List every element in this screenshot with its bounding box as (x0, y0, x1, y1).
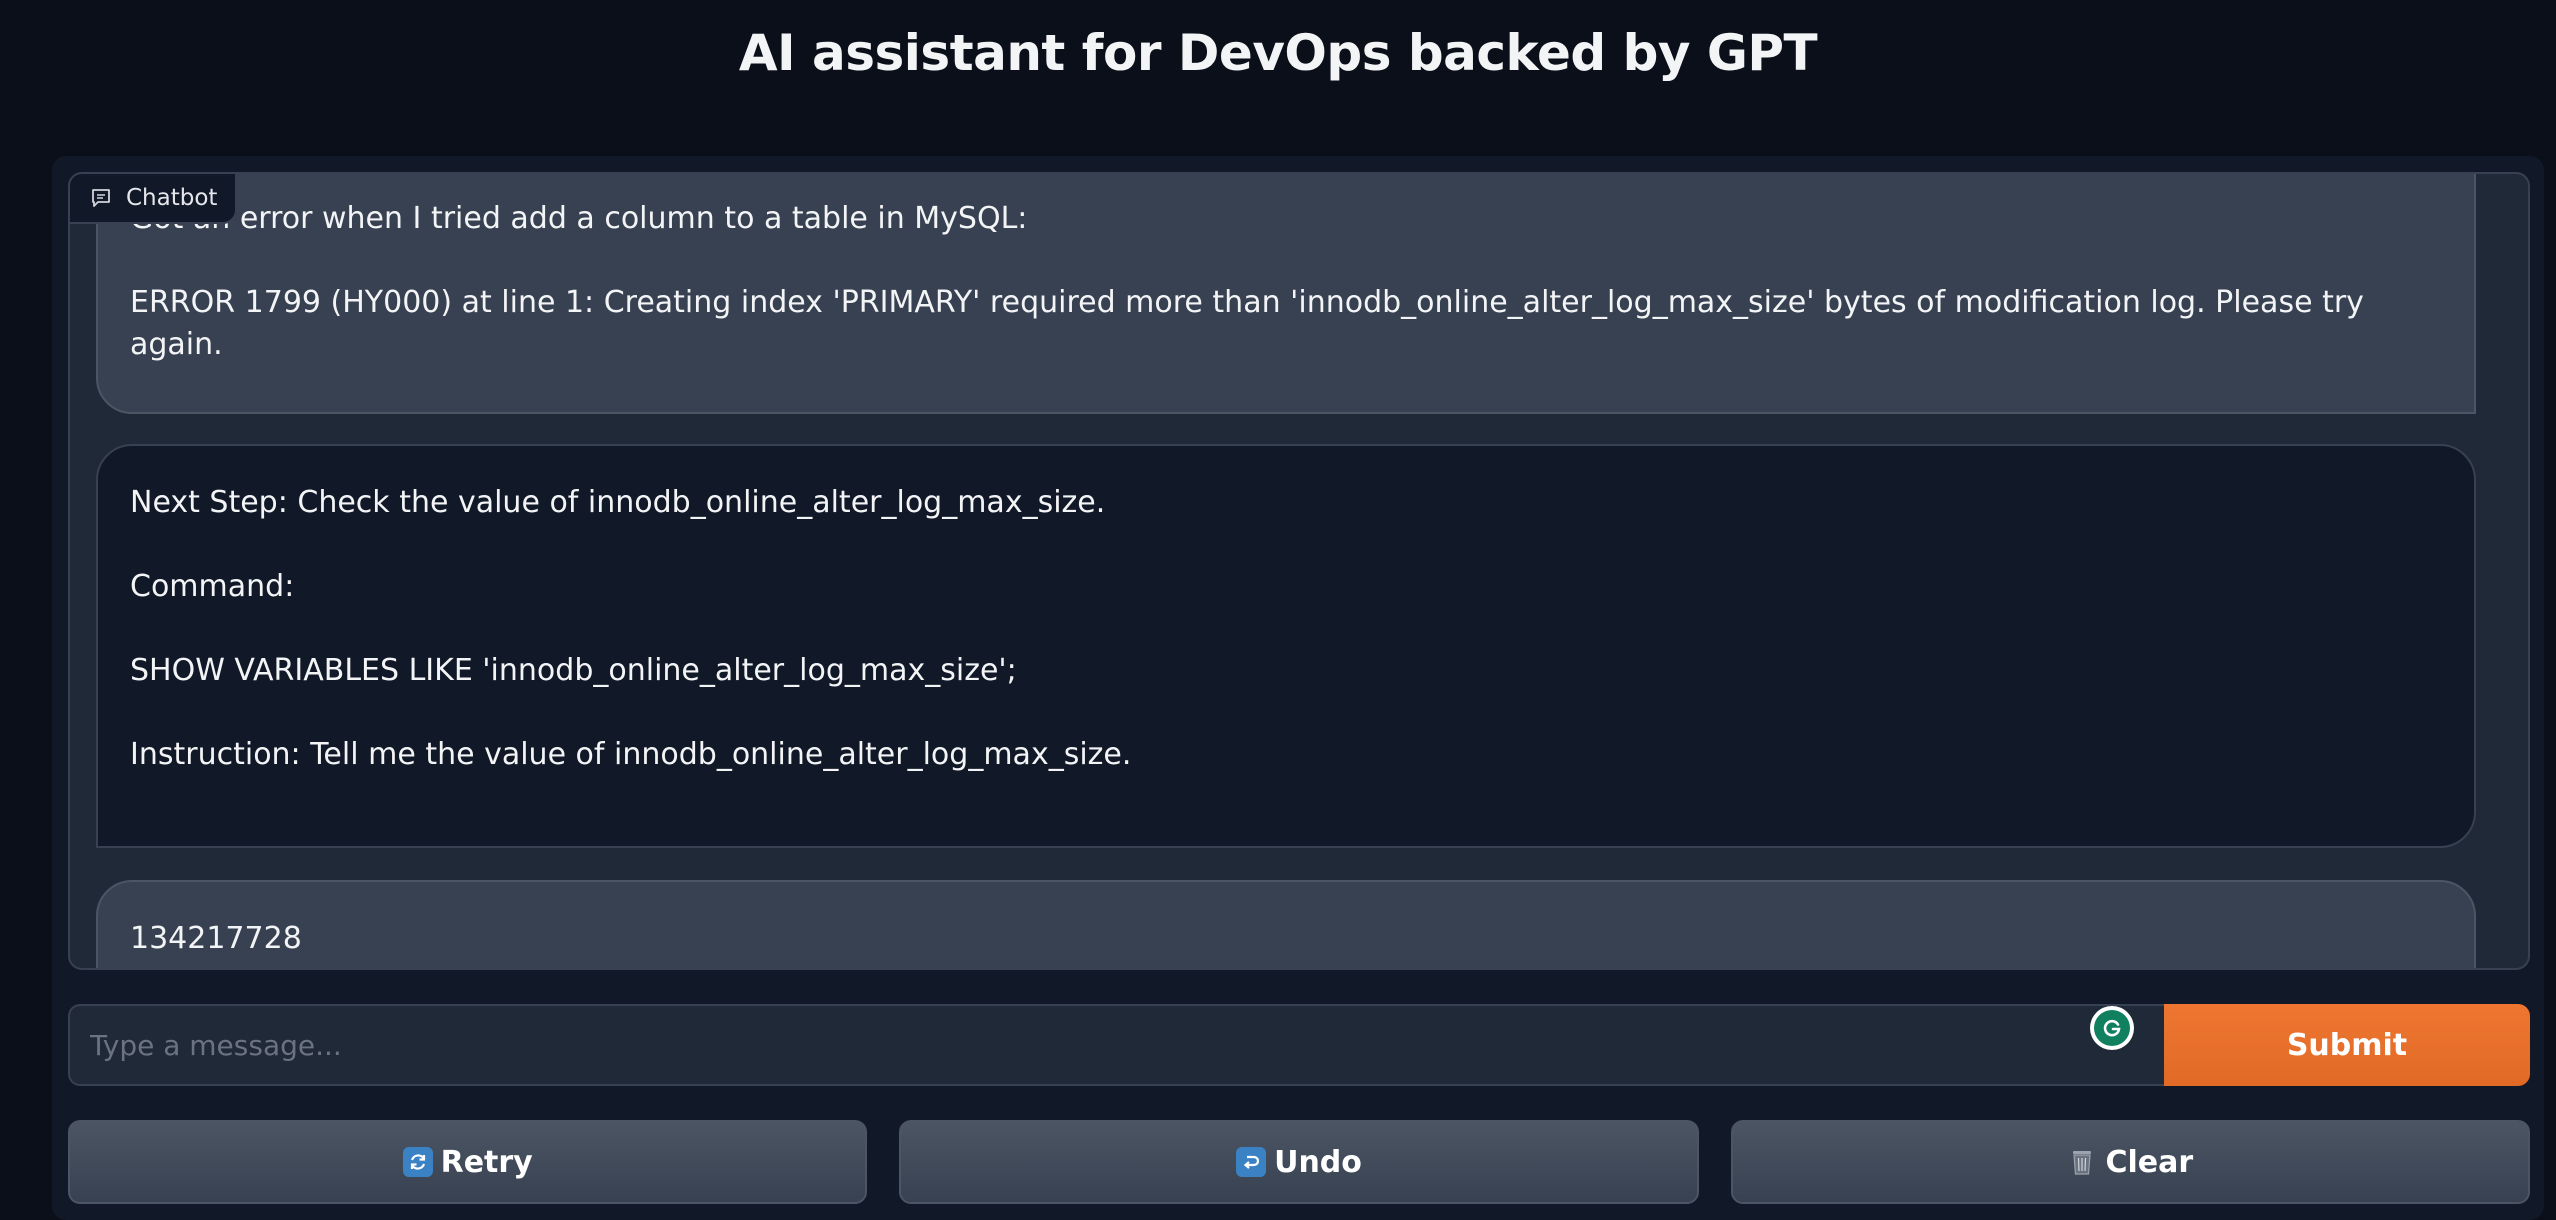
message-line: Instruction: Tell me the value of innodb… (130, 737, 1132, 772)
message-line: Got an error when I tried add a column t… (130, 201, 1028, 236)
message-list[interactable]: Got an error when I tried add a column t… (70, 174, 2528, 968)
chat-bubble-icon (90, 187, 112, 209)
message-input-row: Submit (68, 1004, 2530, 1086)
user-message: 134217728 (96, 880, 2476, 968)
undo-button[interactable]: Undo (899, 1120, 1699, 1204)
grammarly-g-icon (2094, 1010, 2130, 1046)
grammarly-icon[interactable] (2090, 1006, 2134, 1050)
action-button-row: Retry Undo Clear (68, 1120, 2530, 1204)
message-line: 134217728 (130, 921, 302, 956)
retry-icon (402, 1147, 433, 1177)
undo-label: Undo (1274, 1144, 1362, 1180)
retry-label: Retry (440, 1144, 533, 1180)
message-line: ERROR 1799 (HY000) at line 1: Creating i… (130, 285, 2364, 362)
clear-label: Clear (2105, 1144, 2194, 1180)
chatbot-label: Chatbot (70, 174, 238, 224)
message-line: SHOW VARIABLES LIKE 'innodb_online_alter… (130, 653, 1017, 688)
undo-icon (1236, 1147, 1267, 1177)
submit-button[interactable]: Submit (2164, 1004, 2530, 1086)
retry-button[interactable]: Retry (68, 1120, 868, 1204)
chatbot-window[interactable]: Chatbot Got an error when I tried add a … (68, 172, 2530, 970)
page-title: AI assistant for DevOps backed by GPT (738, 24, 1818, 82)
message-line: Command: (130, 569, 295, 604)
clear-button[interactable]: Clear (1730, 1120, 2530, 1204)
trash-icon (2067, 1147, 2097, 1177)
message-line: Next Step: Check the value of innodb_onl… (130, 485, 1106, 520)
user-message: Got an error when I tried add a column t… (96, 174, 2476, 414)
chatbot-label-text: Chatbot (126, 185, 218, 211)
bot-message: Next Step: Check the value of innodb_onl… (96, 444, 2476, 848)
message-input[interactable] (68, 1004, 2164, 1086)
